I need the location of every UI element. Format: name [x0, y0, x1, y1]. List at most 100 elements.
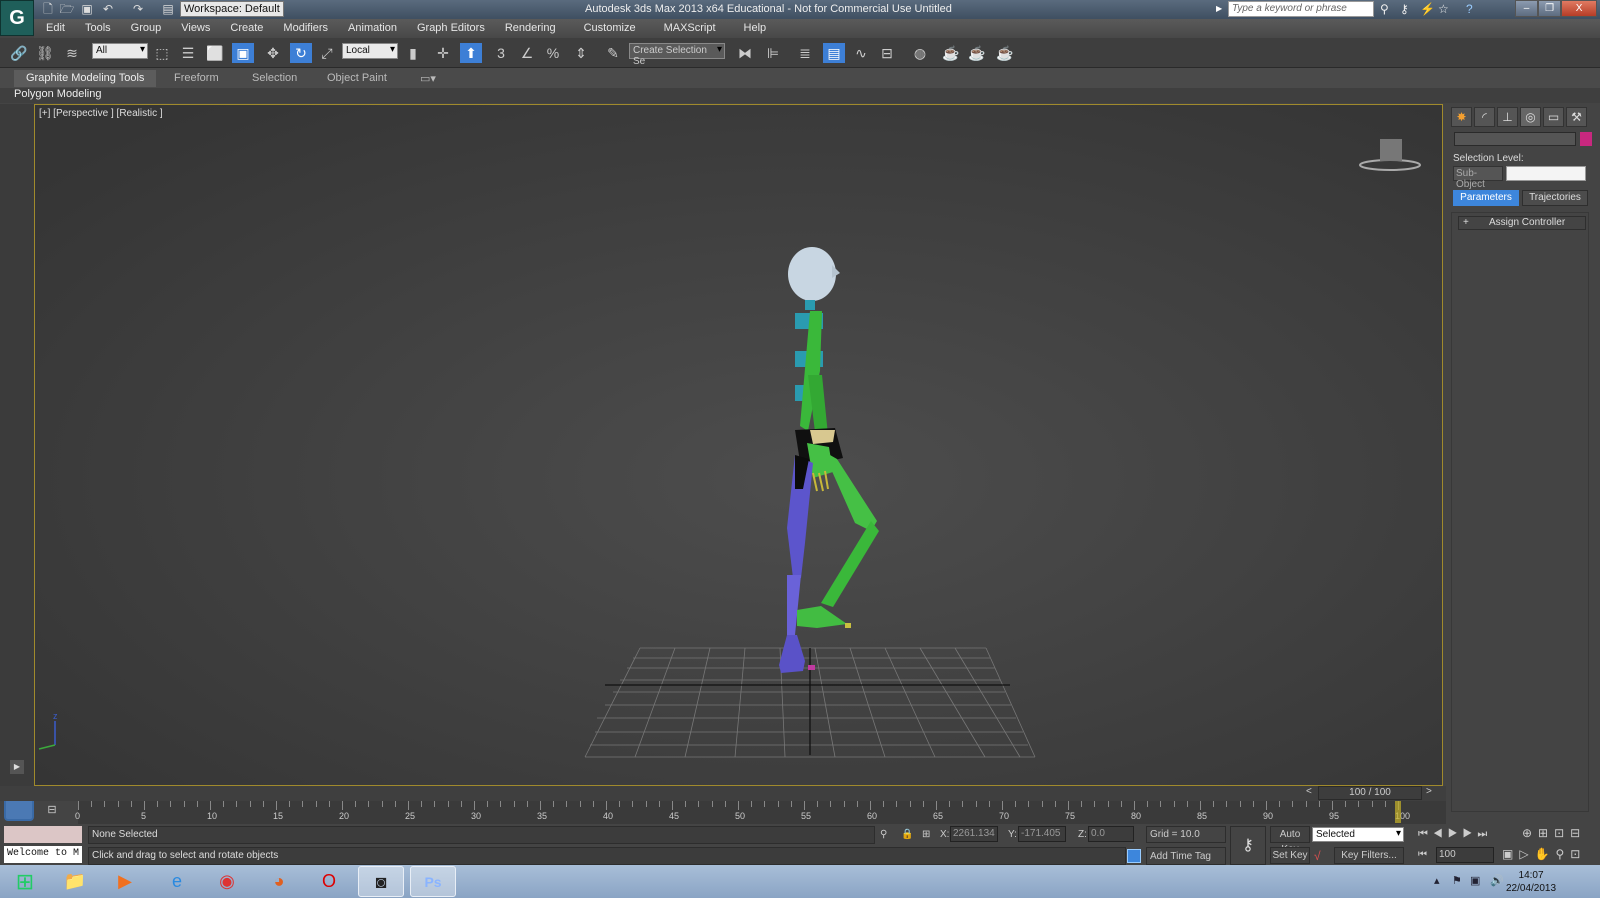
align-icon[interactable]: ⊫ — [762, 43, 784, 63]
schematic-view-icon[interactable]: ⊟ — [876, 43, 898, 63]
restore-button[interactable]: ❐ — [1538, 0, 1562, 17]
rectangular-selection-icon[interactable]: ⬜ — [204, 43, 226, 63]
assign-controller-rollout[interactable]: + Assign Controller — [1458, 216, 1586, 230]
menu-help[interactable]: Help — [734, 19, 777, 38]
chrome-taskbar-icon[interactable]: ◉ — [204, 866, 250, 897]
unlink-icon[interactable]: ⛓ — [34, 43, 56, 63]
reference-coordinate-dropdown[interactable]: Local — [342, 43, 398, 59]
save-icon[interactable]: ▣ — [79, 2, 95, 16]
absolute-mode-icon[interactable]: ⊞ — [922, 829, 930, 840]
menu-graph-editors[interactable]: Graph Editors — [407, 19, 495, 38]
polygon-modeling-panel[interactable]: Polygon Modeling — [14, 88, 101, 100]
time-tag-icon[interactable] — [1127, 849, 1141, 863]
motion-tab-icon[interactable]: ◎ — [1520, 107, 1541, 127]
expand-play-icon[interactable]: ▶ — [10, 760, 24, 774]
create-tab-icon[interactable]: ✸ — [1451, 107, 1472, 127]
render-setup-icon[interactable]: ☕ — [940, 43, 962, 63]
internet-explorer-taskbar-icon[interactable]: e — [154, 866, 200, 897]
y-coordinate-field[interactable]: -171.405 — [1018, 826, 1066, 842]
tab-selection[interactable]: Selection — [240, 70, 309, 87]
zoom-controls[interactable]: ⊕⊞⊡⊟ — [1522, 826, 1586, 840]
current-frame-field[interactable]: 100 — [1436, 847, 1494, 863]
track-bar[interactable]: 0 5 10 15 20 25 30 35 40 45 50 55 60 65 70 75 80 85 90 95 10… — [75, 801, 1446, 824]
system-clock[interactable]: 14:07 22/04/2013 — [1506, 869, 1556, 895]
rotate-icon[interactable]: ↻ — [290, 43, 312, 63]
menu-maxscript[interactable]: MAXScript — [654, 19, 734, 38]
menu-views[interactable]: Views — [171, 19, 220, 38]
percent-snap-icon[interactable]: % — [542, 43, 564, 63]
pivot-center-icon[interactable]: ▮ — [402, 43, 424, 63]
action-center-flag-icon[interactable]: ⚑ — [1452, 874, 1462, 887]
curve-editor-icon[interactable]: ∿ — [850, 43, 872, 63]
3ds-max-taskbar-icon[interactable]: ◙ — [358, 866, 404, 897]
start-button[interactable]: ⊞ — [2, 866, 48, 897]
ribbon-options-icon[interactable]: ▭▾ — [408, 70, 448, 87]
window-crossing-icon[interactable]: ▣ — [232, 43, 254, 63]
close-button[interactable]: X — [1561, 0, 1597, 17]
photoshop-taskbar-icon[interactable]: Ps — [410, 866, 456, 897]
auto-key-button[interactable]: Auto Key — [1270, 826, 1310, 855]
viewport-navigation-controls[interactable]: ▣▷✋⚲⊡ — [1502, 847, 1586, 861]
search-input[interactable]: Type a keyword or phrase — [1228, 1, 1374, 17]
select-by-name-icon[interactable]: ☰ — [177, 43, 199, 63]
rendered-frame-window-icon[interactable]: ☕ — [966, 43, 988, 63]
playback-controls[interactable]: ⏮◀▶▶⏭ — [1418, 828, 1492, 841]
snaps-toggle-icon[interactable]: 3 — [490, 43, 512, 63]
menu-group[interactable]: Group — [121, 19, 172, 38]
menu-edit[interactable]: Edit — [34, 19, 75, 38]
select-manipulate-icon[interactable]: ✛ — [432, 43, 454, 63]
named-selection-sets-dropdown[interactable]: Create Selection Se — [629, 43, 725, 67]
bind-space-warp-icon[interactable]: ≋ — [61, 43, 83, 63]
menu-animation[interactable]: Animation — [338, 19, 407, 38]
maxscript-listener-pink[interactable] — [4, 826, 82, 843]
sub-object-dropdown[interactable] — [1506, 166, 1586, 181]
current-frame-marker[interactable] — [1395, 801, 1401, 823]
help-icon[interactable]: ? — [1466, 2, 1473, 16]
mirror-icon[interactable]: ⧓ — [734, 43, 756, 63]
open-file-icon[interactable]: 🗁 — [59, 2, 75, 16]
selection-filter-dropdown[interactable]: All — [92, 43, 148, 59]
perspective-viewport[interactable]: [+] [Perspective ] [Realistic ] z — [34, 104, 1443, 786]
key-filters-button[interactable]: Key Filters... — [1334, 847, 1404, 864]
undo-icon[interactable]: ↶ — [100, 2, 116, 16]
expand-arrow-icon[interactable]: ▶ — [1216, 4, 1222, 13]
isolate-icon[interactable]: ⚲ — [880, 829, 887, 840]
key-mode-toggle-icon[interactable]: ⏮ — [1418, 849, 1427, 860]
set-key-icon[interactable]: ⚷ — [1230, 826, 1266, 865]
move-icon[interactable]: ✥ — [262, 43, 284, 63]
menu-create[interactable]: Create — [220, 19, 273, 38]
spinner-snap-icon[interactable]: ⇕ — [570, 43, 592, 63]
menu-customize[interactable]: Customize — [574, 19, 654, 38]
workspace-dropdown[interactable]: Workspace: Default — [180, 1, 284, 17]
z-coordinate-field[interactable]: 0.0 — [1088, 826, 1134, 842]
app-menu-button[interactable]: G — [0, 0, 34, 36]
menu-modifiers[interactable]: Modifiers — [273, 19, 338, 38]
tab-freeform[interactable]: Freeform — [162, 70, 231, 87]
next-frame-arrow[interactable]: > — [1426, 786, 1432, 797]
material-editor-icon[interactable]: ◍ — [909, 43, 931, 63]
opera-taskbar-icon[interactable]: O — [306, 866, 352, 897]
satellite-icon[interactable]: ⚡ — [1420, 2, 1435, 16]
favorites-star-icon[interactable]: ☆ — [1438, 2, 1449, 16]
volume-icon[interactable]: 🔊 — [1490, 874, 1504, 887]
set-key-button[interactable]: Set Key — [1270, 847, 1310, 864]
modify-tab-icon[interactable]: ◜ — [1474, 107, 1495, 127]
tab-graphite-modeling-tools[interactable]: Graphite Modeling Tools — [14, 70, 157, 87]
scale-icon[interactable]: ⤢ — [316, 43, 338, 63]
network-icon[interactable]: ▣ — [1470, 874, 1480, 887]
scene-explorer-icon[interactable]: ▤ — [823, 43, 845, 63]
x-coordinate-field[interactable]: 2261.134 — [950, 826, 998, 842]
angle-snap-icon[interactable]: ∠ — [516, 43, 538, 63]
maxscript-listener-input[interactable]: Welcome to M — [4, 846, 82, 863]
sub-object-button[interactable]: Sub-Object — [1453, 166, 1503, 190]
add-time-tag[interactable]: Add Time Tag — [1146, 847, 1226, 865]
redo-icon[interactable]: ↷ — [130, 2, 146, 16]
key-search-icon[interactable]: ⚷ — [1400, 2, 1409, 16]
render-production-icon[interactable]: ☕ — [994, 43, 1016, 63]
binoculars-icon[interactable]: ⚲ — [1380, 2, 1389, 16]
curve-editor-mini-icon[interactable]: ⊟ — [42, 803, 62, 819]
select-object-icon[interactable]: ⬚ — [151, 43, 173, 63]
media-player-taskbar-icon[interactable]: ▶ — [102, 866, 148, 897]
new-file-icon[interactable]: 🗋 — [40, 2, 56, 16]
firefox-taskbar-icon[interactable]: ◕ — [256, 866, 302, 897]
